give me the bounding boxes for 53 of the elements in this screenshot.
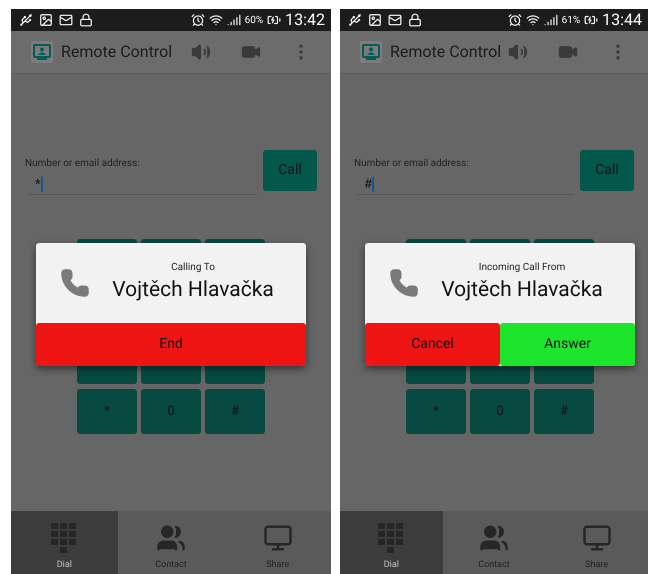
clock-time: 13:42 [285, 12, 325, 28]
dialog-subtitle: Calling To [171, 260, 215, 275]
field-label: Number or email address: [25, 157, 141, 171]
mail-icon [388, 13, 402, 27]
lock-icon [79, 13, 93, 27]
usb-icon [348, 13, 362, 27]
keypad-key[interactable]: 0 [470, 389, 530, 434]
keypad-key[interactable]: * [77, 389, 137, 434]
people-icon [156, 522, 186, 552]
app-title: Remote Control [61, 41, 172, 63]
signal-icon [226, 13, 241, 27]
keypad-key[interactable]: * [406, 389, 466, 434]
phone-icon [389, 268, 419, 298]
keypad-key[interactable]: 0 [141, 389, 201, 434]
speaker-icon[interactable] [191, 42, 211, 62]
battery-percent: 60% [244, 14, 264, 28]
usb-icon [19, 13, 33, 27]
decline-button[interactable]: End [36, 323, 306, 366]
app-title: Remote Control [390, 41, 502, 63]
wifi-icon [526, 13, 540, 27]
dialog-subtitle: Incoming Call From [478, 260, 566, 275]
caller-name: Vojtěch Hlavačka [441, 276, 603, 304]
answer-button[interactable]: Answer [500, 323, 635, 366]
image-icon [39, 13, 53, 27]
call-button[interactable]: Call [263, 150, 317, 191]
number-field[interactable]: * [29, 175, 257, 195]
speaker-icon[interactable] [508, 42, 528, 62]
call-button[interactable]: Call [580, 150, 634, 191]
lock-icon [408, 13, 422, 27]
keypad-key[interactable]: # [205, 389, 265, 434]
field-label: Number or email address: [354, 157, 470, 171]
alarm-icon [190, 13, 205, 27]
app-logo-icon [360, 41, 382, 63]
monitor-icon [582, 522, 612, 552]
battery-percent: 61% [562, 14, 580, 28]
wifi-icon [208, 13, 223, 27]
nav-tab[interactable]: Dial [11, 511, 118, 574]
phone-icon [60, 268, 90, 298]
image-icon [368, 13, 382, 27]
alarm-icon [508, 13, 522, 27]
clock-time: 13:44 [602, 12, 642, 28]
people-icon [479, 522, 509, 552]
monitor-icon [262, 522, 293, 552]
keypad-key[interactable]: # [534, 389, 594, 434]
battery-icon [267, 13, 282, 27]
signal-icon [544, 13, 558, 27]
mail-icon [59, 13, 73, 27]
caller-name: Vojtěch Hlavačka [112, 276, 274, 304]
nav-tab[interactable]: Dial [340, 511, 443, 574]
number-field[interactable]: # [358, 175, 574, 195]
decline-button[interactable]: Cancel [365, 323, 500, 366]
app-logo-icon [31, 41, 53, 63]
battery-icon [584, 13, 598, 27]
